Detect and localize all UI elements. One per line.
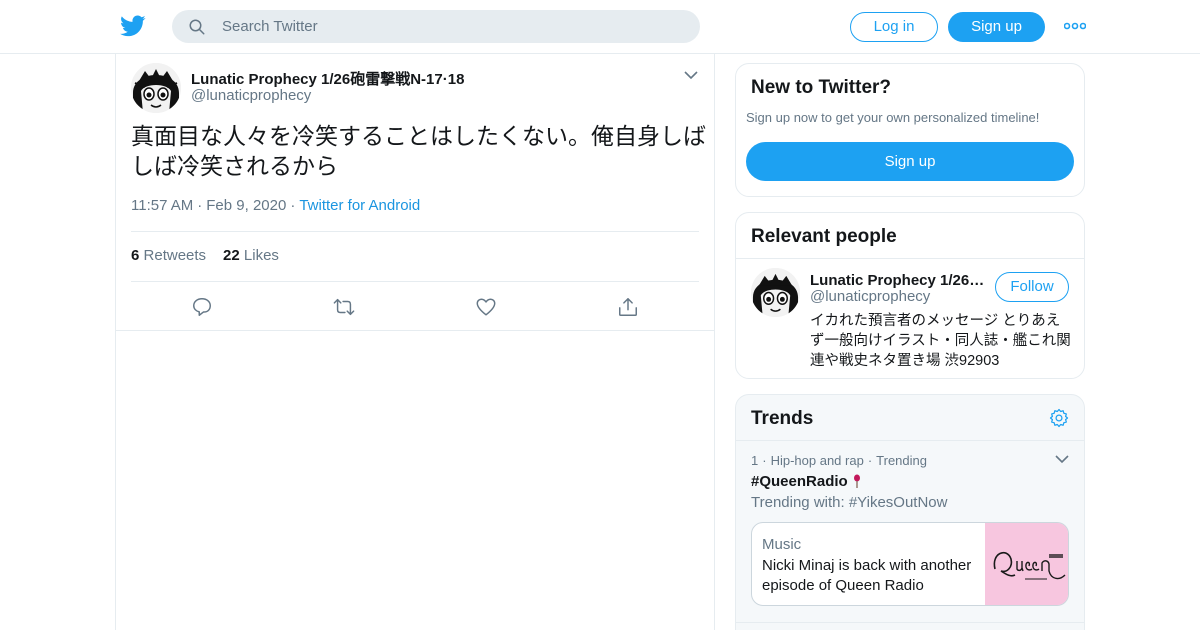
card-title: Trends <box>751 408 814 429</box>
avatar[interactable] <box>751 268 800 317</box>
like-icon[interactable] <box>475 296 497 318</box>
gear-icon[interactable] <box>1049 408 1069 428</box>
tweet-source-link[interactable]: Twitter for Android <box>299 197 420 214</box>
trend-hashtag[interactable]: #QueenRadio <box>751 473 848 490</box>
card-title: New to Twitter? <box>751 77 892 98</box>
twitter-bird-icon[interactable] <box>120 13 146 39</box>
chevron-down-icon[interactable] <box>1055 454 1069 464</box>
likes-label: Likes <box>243 247 279 264</box>
avatar[interactable] <box>131 63 181 113</box>
tweet-meta: 11:57 AM · Feb 9, 2020 · Twitter for Android <box>131 197 421 214</box>
news-category: Music <box>762 536 802 553</box>
person-name[interactable]: Lunatic Prophecy 1/26砲雷撃戦N-17·18 <box>810 269 990 290</box>
retweets-label: Retweets <box>143 247 207 264</box>
news-thumbnail <box>985 523 1068 605</box>
search-input[interactable] <box>222 10 682 43</box>
trend-rank: 1 <box>751 453 759 468</box>
card-subtitle: Sign up now to get your own personalized… <box>746 110 1040 125</box>
trend-status: Trending <box>876 453 927 468</box>
person-handle[interactable]: @lunaticprophecy <box>810 288 930 305</box>
signup-button[interactable]: Sign up <box>948 12 1045 42</box>
tweet-time: 11:57 AM <box>131 197 194 214</box>
retweets-count: 6 <box>131 247 140 264</box>
trend-category: Hip-hop and rap <box>770 453 864 468</box>
divider <box>736 440 1084 441</box>
follow-button[interactable]: Follow <box>995 272 1069 302</box>
divider <box>736 258 1084 259</box>
trend-meta: 1 · Hip-hop and rap · Trending <box>751 453 927 468</box>
trend-trending-with: Trending with: #YikesOutNow <box>751 494 948 511</box>
retweets-stat[interactable]: 6 Retweets <box>131 247 206 264</box>
more-icon[interactable] <box>1064 19 1086 33</box>
likes-stat[interactable]: 22 Likes <box>223 247 279 264</box>
trends-card: Trends 1 · Hip-hop and rap · Trending #Queen… <box>735 394 1085 630</box>
chevron-down-icon[interactable] <box>684 70 698 80</box>
reply-icon[interactable] <box>191 296 213 318</box>
search-bar[interactable] <box>172 10 700 43</box>
card-title: Relevant people <box>751 226 897 247</box>
news-text: Nicki Minaj is back with another episode… <box>762 557 972 594</box>
trend-news-card[interactable]: Music Nicki Minaj is back with another e… <box>751 522 1069 606</box>
relevant-people-card: Relevant people Lunatic Prophecy 1/26砲雷撃… <box>735 212 1085 379</box>
top-header: Log in Sign up <box>0 0 1200 54</box>
tweet-date: Feb 9, 2020 <box>206 197 287 214</box>
divider <box>736 622 1084 623</box>
tweet-stats: 6 Retweets 22 Likes <box>131 247 279 264</box>
new-to-twitter-card: New to Twitter? Sign up now to get your … <box>735 63 1085 197</box>
author-handle[interactable]: @lunaticprophecy <box>191 87 311 104</box>
main-column: Lunatic Prophecy 1/26砲雷撃戦N-17·18 @lunati… <box>115 54 715 630</box>
divider <box>131 231 699 232</box>
author-name[interactable]: Lunatic Prophecy 1/26砲雷撃戦N-17·18 <box>191 68 464 89</box>
login-button[interactable]: Log in <box>850 12 938 42</box>
divider <box>131 281 699 282</box>
tweet: Lunatic Prophecy 1/26砲雷撃戦N-17·18 @lunati… <box>116 54 714 331</box>
likes-count: 22 <box>223 247 240 264</box>
signup-big-button[interactable]: Sign up <box>746 142 1074 181</box>
tweet-text: 真面目な人々を冷笑することはしたくない。俺自身しばしば冷笑されるから <box>131 123 706 179</box>
person-bio: イカれた預言者のメッセージ とりあえず一般向けイラスト・同人誌・艦これ関連や戦史… <box>810 313 1071 369</box>
microphone-icon <box>853 474 860 488</box>
share-icon[interactable] <box>617 296 639 318</box>
trend-hashtag-row[interactable]: #QueenRadio <box>751 473 862 490</box>
search-icon <box>189 19 205 35</box>
retweet-icon[interactable] <box>333 296 355 318</box>
